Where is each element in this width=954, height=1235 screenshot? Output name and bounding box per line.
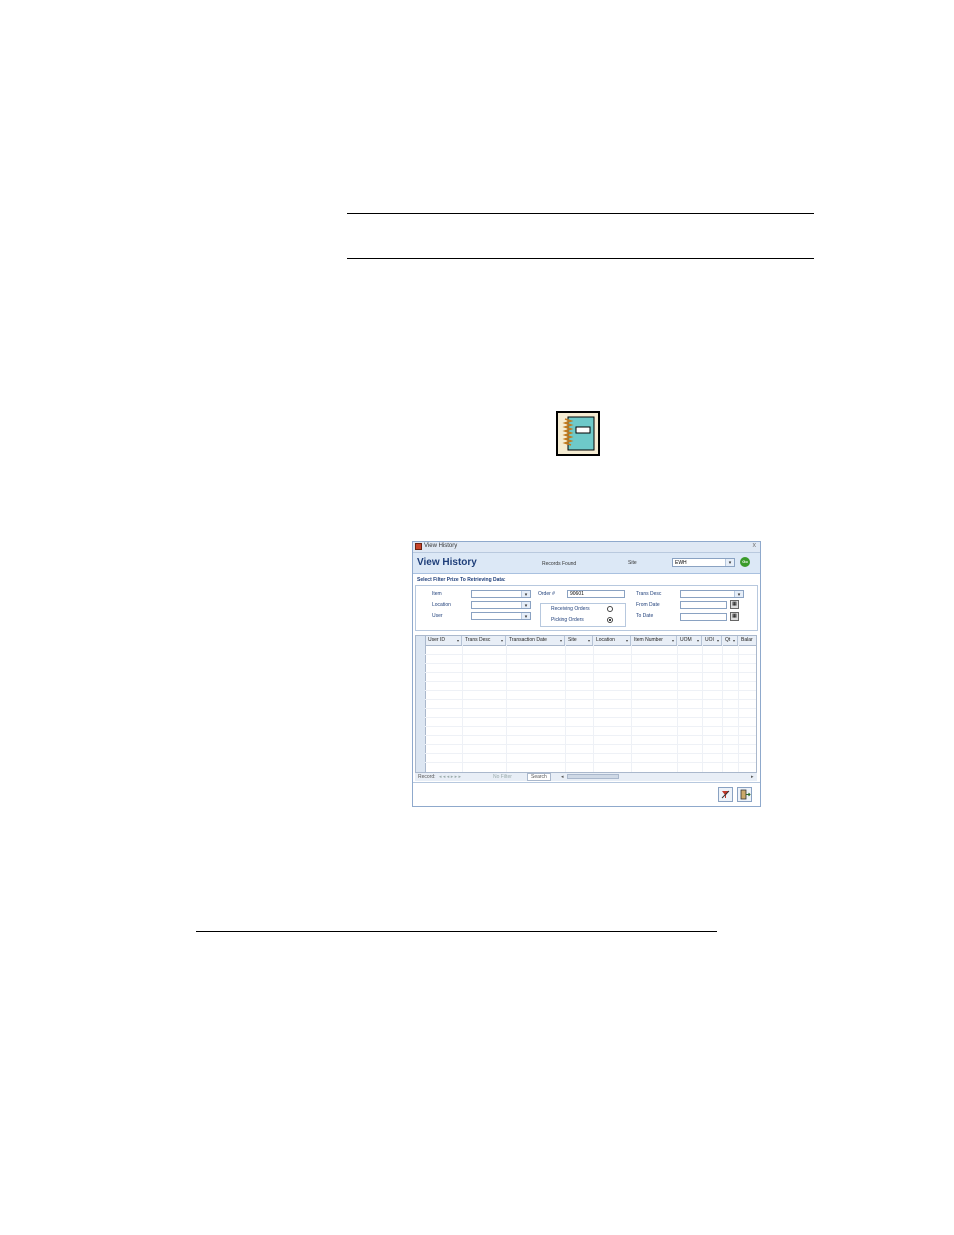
item-label: Item	[432, 591, 442, 597]
picking-orders-radio[interactable]	[607, 617, 613, 623]
record-nav-buttons[interactable]: ◂ ◂ ◂ ▸ ▸ ▸	[439, 773, 461, 781]
to-date-label: To Date	[636, 613, 654, 619]
to-date-input[interactable]	[680, 613, 727, 621]
order-value: 90601	[570, 591, 584, 597]
view-history-window: View History x View History Records Foun…	[412, 541, 761, 807]
trans-desc-label: Trans Desc	[636, 591, 662, 597]
site-label: Site	[628, 560, 637, 566]
chevron-down-icon[interactable]: ▾	[521, 613, 530, 620]
bottom-rule	[196, 931, 717, 932]
action-bar	[413, 782, 760, 808]
column-header[interactable]: Trans Desc ▾	[462, 636, 506, 645]
horizontal-scrollbar[interactable]	[567, 774, 619, 779]
filter-panel: Item ▾ Location ▾ User ▾ Order # 90601 R…	[415, 585, 758, 631]
user-label: User	[432, 613, 443, 619]
app-icon	[415, 543, 422, 550]
page-title: View History	[417, 557, 477, 568]
column-header[interactable]: Balar	[738, 636, 756, 645]
picking-orders-label: Picking Orders	[551, 617, 584, 623]
from-date-label: From Date	[636, 602, 660, 608]
receiving-orders-label: Receiving Orders	[551, 606, 590, 612]
column-header[interactable]: Site ▾	[565, 636, 593, 645]
column-header[interactable]: User ID ▾	[425, 636, 462, 645]
column-header[interactable]: UOM ▾	[677, 636, 702, 645]
row-selector-column	[416, 645, 426, 775]
no-filter-button[interactable]: No Filter	[493, 773, 512, 781]
item-select[interactable]: ▾	[471, 590, 531, 598]
site-select[interactable]: EWH ▾	[672, 558, 735, 567]
chevron-down-icon[interactable]: ▾	[521, 591, 530, 598]
chevron-down-icon[interactable]: ▾	[521, 602, 530, 609]
go-button[interactable]: Go	[740, 557, 750, 567]
trans-desc-select[interactable]: ▾	[680, 590, 744, 598]
chevron-down-icon[interactable]: ▾	[725, 559, 734, 566]
scroll-left-arrow[interactable]: ◂	[561, 773, 564, 781]
clear-filter-icon	[721, 790, 730, 799]
order-type-group: Receiving Orders Picking Orders	[540, 603, 626, 627]
column-header[interactable]: Qt ▾	[722, 636, 738, 645]
from-date-input[interactable]	[680, 601, 727, 609]
calendar-icon[interactable]: ▦	[730, 600, 739, 609]
record-navigator: Record: ◂ ◂ ◂ ▸ ▸ ▸ No Filter Search ◂ ▸	[415, 772, 757, 781]
exit-icon	[740, 789, 751, 800]
user-select[interactable]: ▾	[471, 612, 531, 620]
column-header[interactable]: Item Number ▾	[631, 636, 677, 645]
header-bar: View History Records Found Site EWH ▾ Go	[413, 553, 760, 574]
filter-heading: Select Filter Prize To Retrieving Data:	[417, 577, 506, 583]
calendar-icon[interactable]: ▦	[730, 612, 739, 621]
column-header[interactable]: UOI ▾	[702, 636, 722, 645]
top-rule-1	[347, 213, 814, 214]
location-label: Location	[432, 602, 451, 608]
grid-header: User ID ▾ Trans Desc ▾ Transaction Date ▾ S…	[416, 636, 756, 646]
window-titlebar: View History x	[413, 542, 760, 553]
clear-filter-button[interactable]	[718, 787, 733, 802]
close-icon[interactable]: x	[753, 542, 757, 549]
grid-search-input[interactable]: Search	[527, 773, 551, 781]
window-title: View History	[424, 543, 458, 549]
column-header[interactable]: Location ▾	[593, 636, 631, 645]
record-label: Record:	[418, 774, 436, 780]
records-found-label: Records Found	[542, 561, 577, 567]
history-grid: User ID ▾ Trans Desc ▾ Transaction Date ▾ S…	[415, 635, 757, 781]
column-header[interactable]: Transaction Date ▾	[506, 636, 565, 645]
chevron-down-icon[interactable]: ▾	[734, 591, 743, 598]
scroll-right-arrow[interactable]: ▸	[751, 773, 754, 781]
site-value: EWH	[675, 560, 687, 566]
receiving-orders-radio[interactable]	[607, 606, 613, 612]
exit-button[interactable]	[737, 787, 752, 802]
top-rule-2	[347, 258, 814, 259]
location-select[interactable]: ▾	[471, 601, 531, 609]
notebook-icon	[556, 411, 600, 456]
order-input[interactable]: 90601	[567, 590, 625, 598]
order-label: Order #	[538, 591, 555, 597]
